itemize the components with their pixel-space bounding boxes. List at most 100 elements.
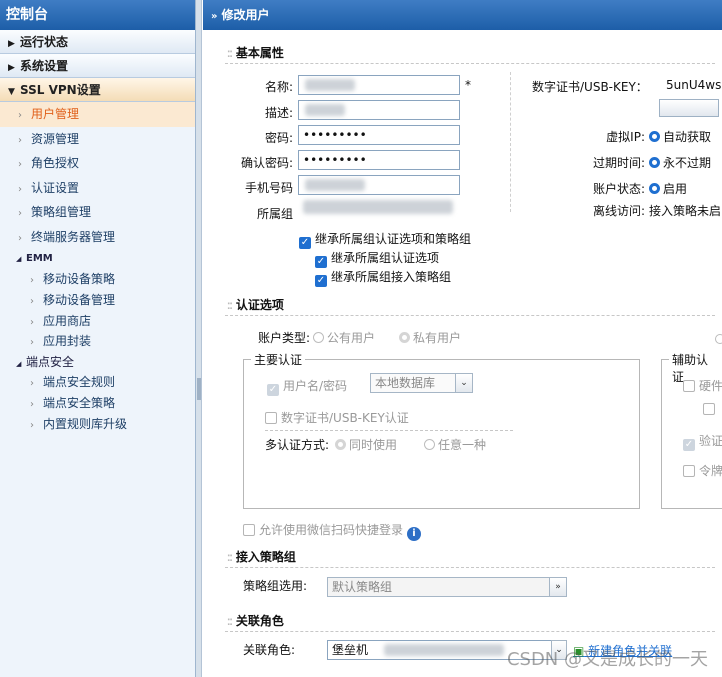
radio-selected-icon xyxy=(649,183,660,194)
info-icon[interactable]: i xyxy=(407,527,422,541)
sidebar-item-resource-management[interactable]: › 资源管理 xyxy=(0,127,195,152)
sidebar-item-label: 认证设置 xyxy=(31,180,80,195)
sidebar-subitem-endpoint-policy[interactable]: › 端点安全策略 xyxy=(0,393,195,414)
sidebar-item-label: 终端服务器管理 xyxy=(31,229,116,244)
checkbox-label: 允许使用微信扫码快捷登录 xyxy=(259,523,404,537)
divider xyxy=(265,430,513,431)
sidebar-item-auth-settings[interactable]: › 认证设置 xyxy=(0,176,195,201)
sidebar-group-label: EMM xyxy=(26,253,53,264)
offline-value: 接入策略未启 xyxy=(649,204,722,218)
sidebar-subitem-label: 端点安全策略 xyxy=(43,395,116,410)
auth-db-select[interactable]: 本地数据库 ⌄ xyxy=(370,373,473,393)
confirm-password-label: 确认密码: xyxy=(240,156,293,170)
checkbox-empty-icon xyxy=(683,465,695,477)
multi-auth-label: 多认证方式: xyxy=(265,438,330,452)
policy-select-label: 策略组选用: xyxy=(243,579,308,593)
sidebar-subitem-app-wrap[interactable]: › 应用封装 xyxy=(0,331,195,352)
sidebar-item-terminal-server[interactable]: › 终端服务器管理 xyxy=(0,225,195,250)
sidebar-subitem-endpoint-rules[interactable]: › 端点安全规则 xyxy=(0,372,195,393)
offline-label: 离线访问: xyxy=(592,204,645,218)
aux-hardware-checkbox[interactable]: 硬件 xyxy=(683,377,722,394)
caret-right-icon: ▶ xyxy=(8,39,15,49)
main-panel: » 修改用户 ⁚⁚ 基本属性 名称: * 描述: 密码: ••••••••• 确认密… xyxy=(203,0,722,677)
confirm-password-field[interactable]: ••••••••• xyxy=(298,150,460,170)
description-field[interactable] xyxy=(298,100,460,120)
sidebar-item-label: 用户管理 xyxy=(31,107,80,121)
option-label: 同时使用 xyxy=(349,438,398,452)
select-value: 本地数据库 xyxy=(375,376,436,390)
policy-group-select[interactable]: 默认策略组 » xyxy=(327,577,567,597)
section-auth-label: 认证选项 xyxy=(235,298,284,312)
checkbox-label: 继承所属组认证选项 xyxy=(331,251,440,265)
expire-value: 永不过期 xyxy=(663,156,712,170)
wechat-login-checkbox[interactable]: 允许使用微信扫码快捷登录 i xyxy=(243,521,422,541)
select-value: 默认策略组 xyxy=(332,580,393,594)
caret-right-icon: ▶ xyxy=(8,63,15,73)
section-dots-icon: ⁚⁚ xyxy=(227,302,233,312)
primary-auth-legend: 主要认证 xyxy=(251,351,306,368)
aux-sub-checkbox[interactable] xyxy=(703,402,719,416)
sidebar-group-endpoint-security[interactable]: ◢ 端点安全 xyxy=(0,352,195,372)
option-label: 任意一种 xyxy=(438,438,487,452)
check-icon: ✓ xyxy=(315,275,327,287)
sidebar-section-ssl-vpn[interactable]: ▼ SSL VPN设置 xyxy=(0,78,195,102)
section-basic-title: ⁚⁚ 基本属性 xyxy=(227,44,284,61)
chevron-right-icon: › xyxy=(30,419,34,431)
group-value-redacted xyxy=(303,200,453,214)
sidebar-item-policy-group[interactable]: › 策略组管理 xyxy=(0,200,195,225)
status-option[interactable]: 启用 xyxy=(649,180,687,197)
phone-field[interactable] xyxy=(298,175,460,195)
divider xyxy=(225,63,715,64)
chevron-right-icon: › xyxy=(30,378,34,390)
simultaneous-option[interactable]: 同时使用 xyxy=(335,436,397,453)
chevron-right-icon: › xyxy=(18,232,22,244)
sidebar-subitem-app-store[interactable]: › 应用商店 xyxy=(0,311,195,332)
sidebar-item-role-authorization[interactable]: › 角色授权 xyxy=(0,151,195,176)
private-user-option[interactable]: 私有用户 xyxy=(399,329,461,346)
checkbox-label: 数字证书/USB-KEY认证 xyxy=(281,411,409,425)
cert-auth-checkbox[interactable]: 数字证书/USB-KEY认证 xyxy=(265,409,409,426)
name-label: 名称: xyxy=(264,80,293,94)
double-chevron-icon[interactable]: » xyxy=(549,577,567,597)
sidebar-subitem-mobile-policy[interactable]: › 移动设备策略 xyxy=(0,269,195,290)
aux-verify-checkbox[interactable]: ✓ 验证 xyxy=(683,432,722,451)
sidebar-group-emm[interactable]: ◢ EMM xyxy=(0,249,195,269)
sidebar-section-label: SSL VPN设置 xyxy=(20,83,101,97)
password-field[interactable]: ••••••••• xyxy=(298,125,460,145)
section-auth-title: ⁚⁚ 认证选项 xyxy=(227,296,284,313)
sidebar-item-label: 资源管理 xyxy=(31,131,80,146)
cert-value: 5unU4wsU7 xyxy=(666,78,722,92)
aux-token-checkbox[interactable]: 令牌 xyxy=(683,462,722,479)
sidebar-item-user-management[interactable]: › 用户管理 xyxy=(0,102,195,127)
radio-unselected-icon xyxy=(313,332,324,343)
userpass-checkbox[interactable]: ✓ 用户名/密码 xyxy=(267,377,347,396)
sidebar-subitem-label: 端点安全规则 xyxy=(43,375,116,390)
radio-selected-icon xyxy=(649,157,660,168)
inherit-all-checkbox[interactable]: ✓ 继承所属组认证选项和策略组 xyxy=(299,230,471,249)
inherit-policy-checkbox[interactable]: ✓ 继承所属组接入策略组 xyxy=(315,268,451,287)
inherit-auth-checkbox[interactable]: ✓ 继承所属组认证选项 xyxy=(315,249,439,268)
radio-unselected-icon[interactable] xyxy=(715,334,722,344)
sidebar-subitem-rules-upgrade[interactable]: › 内置规则库升级 xyxy=(0,414,195,435)
cert-button[interactable] xyxy=(659,99,719,117)
sidebar-subitem-label: 应用封装 xyxy=(43,334,92,349)
watermark: CSDN @又是成长的一天 xyxy=(506,649,708,670)
chevron-right-icon: › xyxy=(18,159,22,170)
any-one-option[interactable]: 任意一种 xyxy=(424,436,486,453)
divider xyxy=(225,315,715,316)
public-user-option[interactable]: 公有用户 xyxy=(313,329,375,346)
sidebar-subitem-mobile-management[interactable]: › 移动设备管理 xyxy=(0,290,195,311)
sidebar-section-system-settings[interactable]: ▶ 系统设置 xyxy=(0,54,195,78)
sidebar-section-run-status[interactable]: ▶ 运行状态 xyxy=(0,30,195,54)
chevron-right-icon: › xyxy=(30,316,34,328)
radio-unselected-icon xyxy=(424,439,435,450)
splitter-grip-icon[interactable] xyxy=(197,378,201,400)
sidebar-section-label: 运行状态 xyxy=(20,35,69,49)
virtual-ip-option[interactable]: 自动获取 xyxy=(649,128,711,145)
checkbox-label: 硬件 xyxy=(699,379,722,393)
name-field[interactable] xyxy=(298,75,460,95)
panel-splitter[interactable] xyxy=(196,0,202,677)
expire-option[interactable]: 永不过期 xyxy=(649,154,711,171)
sidebar-section-label: 系统设置 xyxy=(20,59,69,73)
sidebar-item-label: 策略组管理 xyxy=(31,205,92,219)
